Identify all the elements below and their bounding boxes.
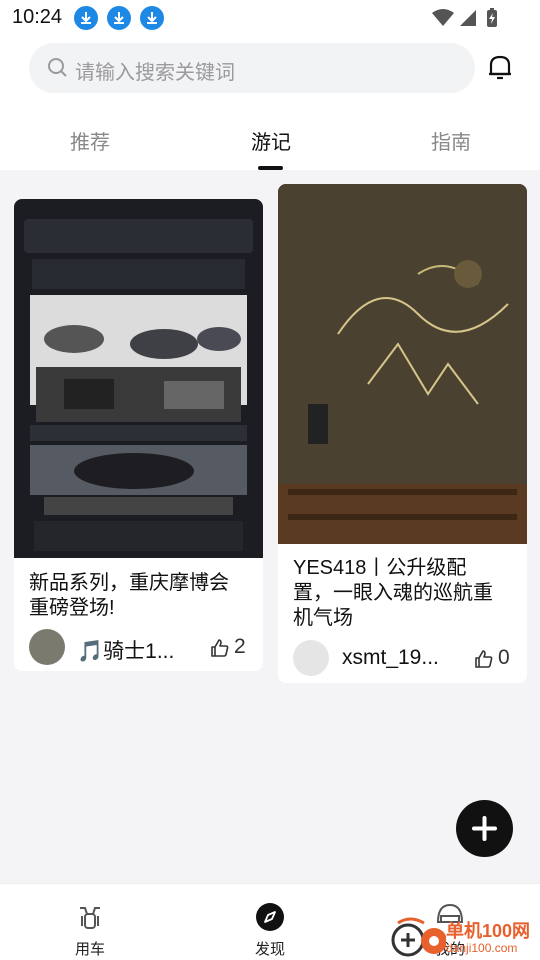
thumbs-up-icon xyxy=(211,639,229,657)
plus-icon xyxy=(472,816,497,841)
download-icon xyxy=(107,6,131,30)
tab-indicator xyxy=(258,166,283,170)
post-card[interactable]: YES418丨公升级配 置，一眼入魂的巡航重 机气场 xsmt_19... 0 xyxy=(278,184,527,683)
tab-travelogue[interactable]: 游记 xyxy=(226,126,316,155)
author-name[interactable]: 🎵骑士1... xyxy=(77,635,174,665)
nav-label: 用车 xyxy=(74,941,105,958)
avatar[interactable] xyxy=(29,629,65,665)
like-button[interactable]: 2 xyxy=(210,635,260,661)
tab-bar: 推荐 游记 指南 xyxy=(0,120,540,170)
post-card[interactable]: 新品系列，重庆摩博会 重磅登场! 🎵骑士1... 2 xyxy=(14,199,263,671)
post-image xyxy=(278,184,527,544)
like-button[interactable]: 0 xyxy=(474,646,524,672)
post-title: YES418丨公升级配 置，一眼入魂的巡航重 机气场 xyxy=(293,557,493,629)
author-name[interactable]: xsmt_19... xyxy=(342,646,439,670)
tab-guide[interactable]: 指南 xyxy=(406,126,496,155)
avatar[interactable] xyxy=(293,640,329,676)
nav-label: 发现 xyxy=(254,941,285,958)
signal-battery-icon xyxy=(432,8,497,27)
bell-icon[interactable] xyxy=(485,52,515,82)
compass-icon xyxy=(256,903,284,931)
watermark-title: 单机100网 xyxy=(446,921,531,941)
search-bar[interactable]: 请输入搜索关键词 xyxy=(29,43,475,93)
watermark-logo xyxy=(391,917,447,957)
post-image xyxy=(14,199,263,558)
nav-item-discover[interactable]: 发现 xyxy=(240,892,300,960)
download-icon xyxy=(140,6,164,30)
status-bar: 10:24 xyxy=(0,0,540,36)
status-time: 10:24 xyxy=(12,6,63,28)
search-input[interactable]: 请输入搜索关键词 xyxy=(75,56,235,85)
watermark: 单机100网 danji100.com xyxy=(390,915,540,960)
download-icon xyxy=(74,6,98,30)
thumbs-up-icon xyxy=(475,650,493,668)
search-icon xyxy=(48,58,67,77)
tab-recommend[interactable]: 推荐 xyxy=(45,126,135,155)
post-title: 新品系列，重庆摩博会 重磅登场! xyxy=(29,572,229,619)
motorcycle-icon xyxy=(80,907,100,929)
like-count: 2 xyxy=(234,635,246,658)
nav-item-car[interactable]: 用车 xyxy=(60,892,120,960)
watermark-url: danji100.com xyxy=(446,941,518,955)
add-post-button[interactable] xyxy=(456,800,513,857)
header: 请输入搜索关键词 推荐 游记 指南 xyxy=(0,36,540,170)
like-count: 0 xyxy=(498,646,510,669)
